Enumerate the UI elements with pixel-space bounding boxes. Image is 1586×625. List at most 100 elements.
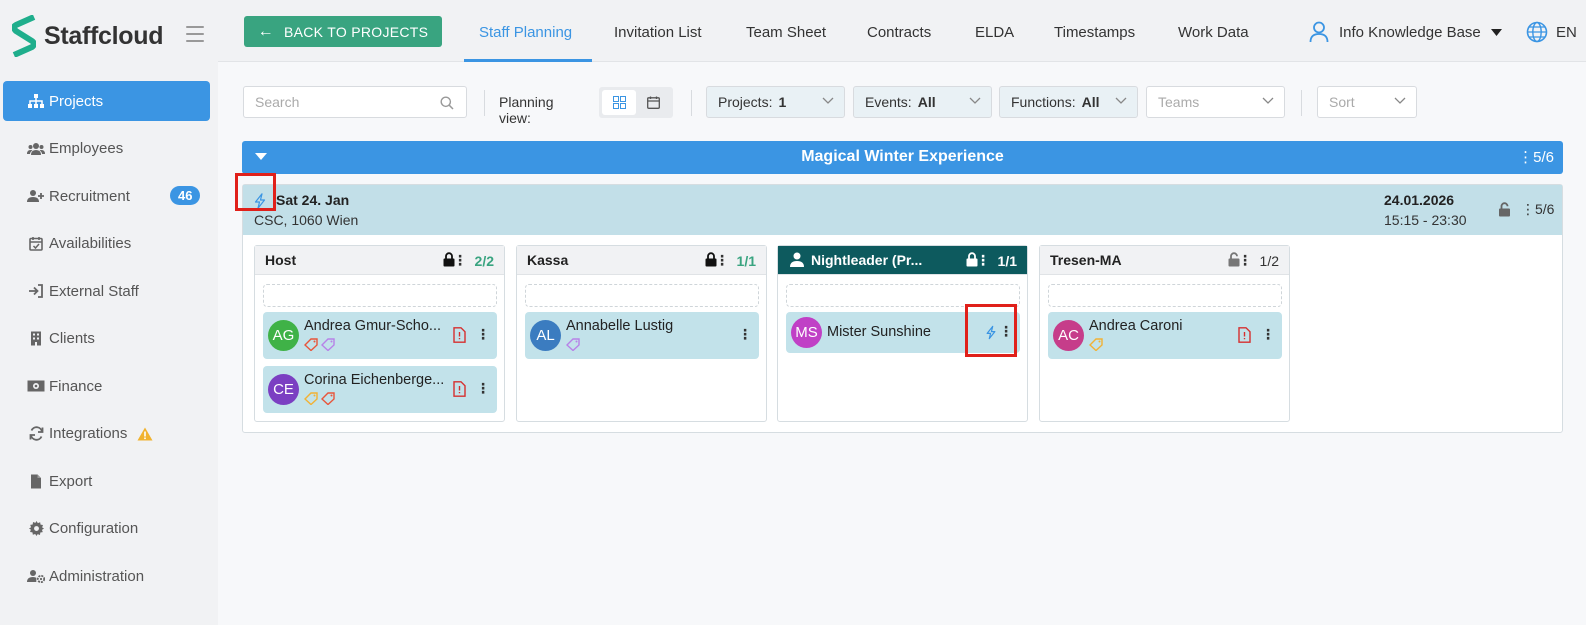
staff-name: Corina Eichenberge... bbox=[304, 372, 445, 388]
tag-list bbox=[1089, 338, 1103, 351]
column-title: Nightleader (Pr... bbox=[811, 252, 923, 268]
recruitment-count-badge: 46 bbox=[170, 186, 201, 205]
unlock-icon[interactable] bbox=[1498, 202, 1511, 217]
column-menu-icon[interactable]: ⋮ bbox=[453, 252, 467, 269]
column-count: 1/2 bbox=[1259, 253, 1279, 269]
tag-list bbox=[304, 392, 335, 405]
column-menu-icon[interactable]: ⋮ bbox=[715, 252, 729, 269]
column-count: 1/1 bbox=[736, 253, 756, 269]
avatar: AG bbox=[268, 320, 299, 351]
card-menu-icon[interactable]: ⋮ bbox=[476, 326, 490, 343]
search-placeholder: Search bbox=[255, 94, 300, 110]
avatar: CE bbox=[268, 374, 299, 405]
sort-dropdown[interactable]: Sort bbox=[1317, 86, 1417, 118]
card-menu-icon[interactable]: ⋮ bbox=[738, 326, 752, 343]
document-icon[interactable] bbox=[453, 327, 466, 343]
sidebar-item-label: Configuration bbox=[49, 520, 139, 537]
user-menu[interactable]: Info Knowledge Base bbox=[1309, 21, 1502, 43]
event-block: Sat 24. Jan CSC, 1060 Wien 24.01.2026 15… bbox=[242, 184, 1563, 433]
staffcloud-logo[interactable]: Staffcloud bbox=[12, 15, 164, 57]
sidebar-item-availabilities[interactable]: Availabilities bbox=[3, 224, 210, 264]
tag-icon bbox=[566, 338, 580, 351]
sign-in-icon bbox=[27, 283, 45, 299]
bolt-icon[interactable] bbox=[985, 325, 997, 340]
sidebar-item-administration[interactable]: Administration bbox=[3, 556, 210, 596]
project-count[interactable]: ⋮5/6 bbox=[1518, 148, 1554, 166]
function-column-host: Host ⋮ 2/2 AG Andrea Gmur-Scho... ⋮ CE C… bbox=[254, 245, 505, 422]
sidebar-item-external-staff[interactable]: External Staff bbox=[3, 271, 210, 311]
staff-card[interactable]: CE Corina Eichenberge... ⋮ bbox=[263, 366, 497, 413]
back-to-projects-button[interactable]: ← BACK TO PROJECTS bbox=[244, 16, 442, 47]
user-cog-icon bbox=[27, 568, 45, 584]
functions-filter-label: Functions: bbox=[1011, 94, 1076, 110]
building-icon bbox=[27, 331, 45, 347]
column-menu-icon[interactable]: ⋮ bbox=[976, 252, 990, 269]
sidebar-item-export[interactable]: Export bbox=[3, 461, 210, 501]
column-header[interactable]: Tresen-MA ⋮ 1/2 bbox=[1040, 246, 1289, 275]
column-menu-icon[interactable]: ⋮ bbox=[1238, 252, 1252, 269]
card-menu-icon[interactable]: ⋮ bbox=[1261, 326, 1275, 343]
functions-filter-dropdown[interactable]: Functions: All bbox=[999, 86, 1138, 118]
sidebar-item-recruitment[interactable]: Recruitment 46 bbox=[3, 176, 210, 216]
divider bbox=[1301, 90, 1302, 116]
tab-contracts[interactable]: Contracts bbox=[867, 24, 931, 41]
column-header[interactable]: Nightleader (Pr... ⋮ 1/1 bbox=[778, 246, 1027, 275]
staff-card[interactable]: AG Andrea Gmur-Scho... ⋮ bbox=[263, 312, 497, 359]
globe-icon bbox=[1526, 21, 1548, 43]
drop-zone[interactable] bbox=[786, 284, 1020, 307]
sidebar-item-projects[interactable]: Projects bbox=[3, 81, 210, 121]
teams-filter-dropdown[interactable]: Teams bbox=[1146, 86, 1285, 118]
tab-timestamps[interactable]: Timestamps bbox=[1054, 24, 1135, 41]
function-column-nightleader: Nightleader (Pr... ⋮ 1/1 MS Mister Sunsh… bbox=[777, 245, 1028, 422]
language-selector[interactable]: EN bbox=[1526, 21, 1577, 43]
staff-name: Annabelle Lustig bbox=[566, 318, 674, 334]
drop-zone[interactable] bbox=[1048, 284, 1282, 307]
sidebar: Staffcloud Projects Employees Recruitmen… bbox=[0, 0, 218, 625]
event-header[interactable]: Sat 24. Jan CSC, 1060 Wien 24.01.2026 15… bbox=[243, 185, 1562, 235]
staff-card[interactable]: AC Andrea Caroni ⋮ bbox=[1048, 312, 1282, 359]
sidebar-item-integrations[interactable]: Integrations bbox=[3, 414, 210, 454]
project-header[interactable]: Magical Winter Experience ⋮5/6 bbox=[242, 141, 1563, 174]
column-header[interactable]: Host ⋮ 2/2 bbox=[255, 246, 504, 275]
column-count: 2/2 bbox=[474, 253, 494, 269]
sidebar-item-employees[interactable]: Employees bbox=[3, 129, 210, 169]
tab-elda[interactable]: ELDA bbox=[975, 24, 1014, 41]
drop-zone[interactable] bbox=[263, 284, 497, 307]
sidebar-item-finance[interactable]: Finance bbox=[3, 366, 210, 406]
tab-staff-planning[interactable]: Staff Planning bbox=[479, 24, 572, 41]
event-count-value: 5/6 bbox=[1535, 201, 1555, 217]
sidebar-item-label: Finance bbox=[49, 377, 103, 395]
staff-card[interactable]: MS Mister Sunshine ⋮ bbox=[786, 312, 1020, 353]
menu-toggle-icon[interactable] bbox=[186, 26, 204, 42]
event-count[interactable]: ⋮5/6 bbox=[1521, 201, 1554, 218]
card-menu-icon[interactable]: ⋮ bbox=[999, 323, 1013, 340]
project-count-value: 5/6 bbox=[1533, 149, 1554, 166]
document-icon[interactable] bbox=[453, 381, 466, 397]
sidebar-item-clients[interactable]: Clients bbox=[3, 319, 210, 359]
tag-icon bbox=[304, 338, 318, 351]
bolt-icon[interactable] bbox=[253, 193, 267, 209]
sidebar-item-label: External Staff bbox=[49, 282, 139, 300]
sidebar-item-label: Clients bbox=[49, 330, 95, 347]
card-menu-icon[interactable]: ⋮ bbox=[476, 380, 490, 397]
grid-view-button[interactable] bbox=[602, 90, 636, 115]
sitemap-icon bbox=[27, 93, 45, 109]
staffcloud-logo-icon bbox=[12, 15, 36, 57]
tab-work-data[interactable]: Work Data bbox=[1178, 24, 1249, 41]
column-header[interactable]: Kassa ⋮ 1/1 bbox=[517, 246, 766, 275]
tag-list bbox=[566, 338, 580, 351]
calendar-view-button[interactable] bbox=[636, 90, 670, 115]
document-icon[interactable] bbox=[1238, 327, 1251, 343]
search-input[interactable]: Search bbox=[243, 86, 467, 118]
planning-view-toggle bbox=[599, 87, 673, 118]
users-icon bbox=[27, 141, 45, 157]
projects-filter-dropdown[interactable]: Projects: 1 bbox=[706, 86, 845, 118]
tab-team-sheet[interactable]: Team Sheet bbox=[746, 24, 826, 41]
sidebar-item-configuration[interactable]: Configuration bbox=[3, 509, 210, 549]
drop-zone[interactable] bbox=[525, 284, 759, 307]
staff-card[interactable]: AL Annabelle Lustig ⋮ bbox=[525, 312, 759, 359]
sidebar-item-label: Availabilities bbox=[49, 235, 132, 252]
column-count: 1/1 bbox=[997, 253, 1017, 269]
events-filter-dropdown[interactable]: Events: All bbox=[853, 86, 992, 118]
tab-invitation-list[interactable]: Invitation List bbox=[614, 24, 702, 41]
